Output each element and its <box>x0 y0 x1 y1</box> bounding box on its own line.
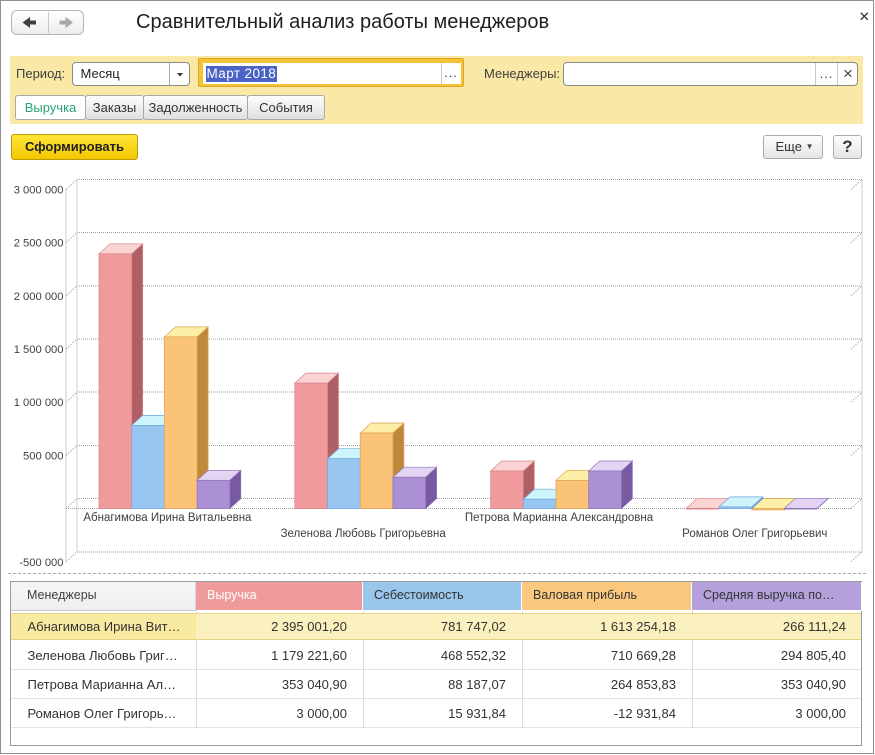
svg-text:Зеленова Любовь Григорьевна: Зеленова Любовь Григорьевна <box>281 528 447 540</box>
svg-text:500 000: 500 000 <box>23 450 63 462</box>
svg-text:3 000 000: 3 000 000 <box>14 184 64 196</box>
svg-text:1 000 000: 1 000 000 <box>14 397 64 409</box>
svg-text:-500 000: -500 000 <box>19 557 63 569</box>
svg-text:Романов Олег Григорьевич: Романов Олег Григорьевич <box>682 528 827 540</box>
svg-text:2 500 000: 2 500 000 <box>14 238 64 250</box>
svg-text:Петрова Марианна Александровна: Петрова Марианна Александровна <box>465 512 654 524</box>
svg-text:1 500 000: 1 500 000 <box>14 344 64 356</box>
svg-text:Абнагимова Ирина Витальевна: Абнагимова Ирина Витальевна <box>83 512 252 524</box>
svg-text:2 000 000: 2 000 000 <box>14 291 64 303</box>
